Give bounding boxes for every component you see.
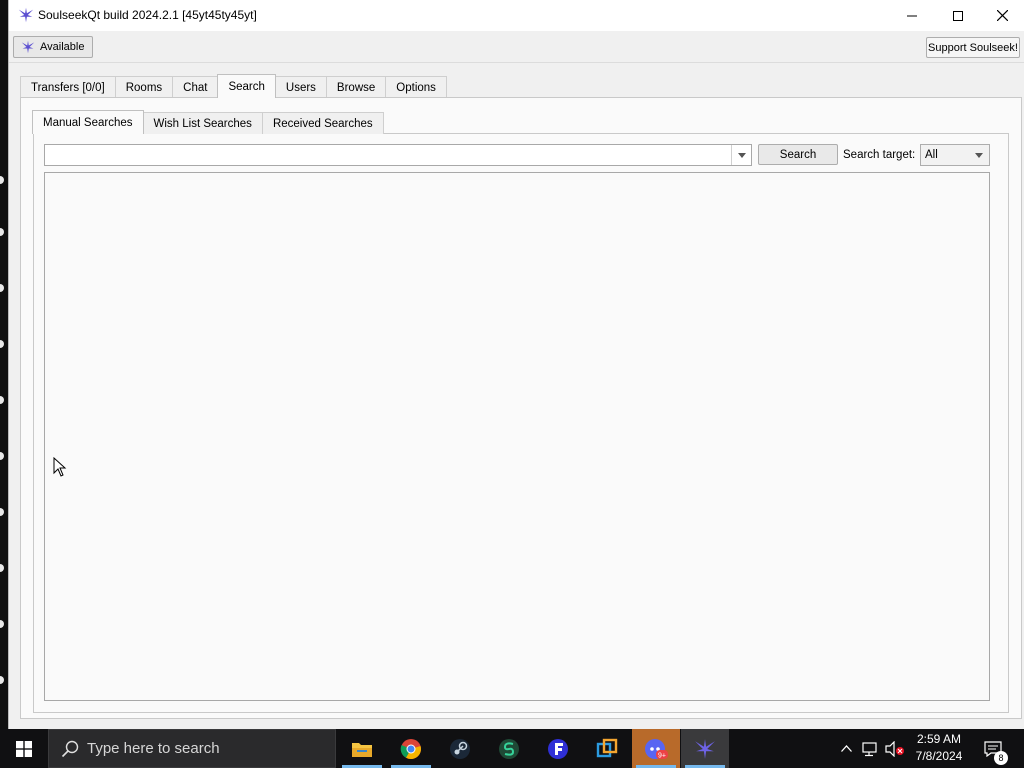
volume-muted-icon [885, 740, 904, 757]
soulseek-bird-icon [21, 40, 35, 54]
soulseek-window: SoulseekQt build 2024.2.1 [45yt45ty45yt]… [8, 0, 1024, 730]
desktop-icon-edge [0, 396, 4, 404]
tab-received-searches[interactable]: Received Searches [261, 112, 384, 134]
tab-wish-list-searches[interactable]: Wish List Searches [142, 112, 263, 134]
windows-logo-icon [16, 740, 32, 757]
chrome-icon [400, 738, 421, 759]
desktop-icon-edge [0, 340, 4, 348]
close-icon [996, 10, 1008, 21]
tab-manual-searches[interactable]: Manual Searches [32, 110, 144, 134]
network-icon [862, 741, 877, 756]
maximize-button[interactable] [935, 0, 981, 31]
chevron-up-icon [840, 745, 852, 752]
search-input[interactable] [45, 145, 731, 165]
discord-icon: 9+ [645, 738, 668, 759]
desktop-icon-edge [0, 676, 4, 684]
desktop-icon-edge [0, 228, 4, 236]
search-target-value: All [925, 149, 938, 161]
search-target-select[interactable]: All [920, 144, 990, 166]
desktop-edge [0, 0, 8, 730]
taskbar-virtualbox[interactable] [583, 729, 631, 768]
tab-options[interactable]: Options [385, 76, 447, 98]
taskbar-app-s[interactable] [485, 729, 533, 768]
maximize-icon [953, 10, 963, 21]
close-button[interactable] [979, 0, 1024, 31]
taskbar-chrome[interactable] [387, 729, 435, 768]
mouse-cursor-icon [53, 457, 67, 477]
tab-search[interactable]: Search [217, 74, 276, 98]
clock-time: 2:59 AM [916, 732, 962, 746]
desktop-icon-edge [0, 564, 4, 572]
notification-count-badge: 8 [994, 751, 1008, 765]
desktop-icon-edge [0, 508, 4, 516]
blue-f-app-icon [548, 738, 568, 759]
start-button[interactable] [0, 729, 48, 768]
soulseek-bird-icon [695, 738, 715, 759]
taskbar-clock[interactable]: 2:59 AM 7/8/2024 [906, 731, 972, 765]
tab-browse[interactable]: Browse [325, 76, 387, 98]
search-history-dropdown[interactable] [731, 145, 751, 165]
file-explorer-icon [352, 742, 372, 757]
network-tray-button[interactable] [860, 729, 882, 768]
window-title: SoulseekQt build 2024.2.1 [45yt45ty45yt] [38, 8, 257, 22]
desktop-icon-edge [0, 176, 4, 184]
discord-badge: 9+ [658, 752, 666, 759]
taskbar-soulseek[interactable] [681, 729, 729, 768]
search-icon [61, 740, 79, 757]
desktop-icon-edge [0, 284, 4, 292]
search-tab-bar: Manual Searches Wish List Searches Recei… [32, 110, 384, 134]
main-tab-bar: Transfers [0/0] Rooms Chat Search Users … [20, 74, 447, 98]
green-s-app-icon [499, 738, 519, 759]
search-query-combobox[interactable] [44, 144, 752, 166]
taskbar-search-box[interactable]: Type here to search [48, 729, 336, 768]
taskbar-steam[interactable] [436, 729, 484, 768]
taskbar: Type here to search 9+ 2:59 AM 7/8/2024 … [0, 729, 1024, 768]
desktop-icon-edge [0, 620, 4, 628]
taskbar-discord[interactable]: 9+ [632, 729, 680, 768]
search-button[interactable]: Search [758, 144, 838, 165]
search-results-area[interactable] [44, 172, 990, 701]
chevron-down-icon [975, 153, 983, 158]
minimize-button[interactable] [889, 0, 935, 31]
status-label: Available [40, 41, 85, 53]
tab-users[interactable]: Users [274, 76, 327, 98]
taskbar-app-f[interactable] [534, 729, 582, 768]
steam-icon [450, 738, 470, 759]
desktop-icon-edge [0, 452, 4, 460]
tab-chat[interactable]: Chat [172, 76, 219, 98]
show-hidden-icons-button[interactable] [836, 729, 856, 768]
tab-transfers[interactable]: Transfers [0/0] [20, 76, 116, 98]
support-soulseek-button[interactable]: Support Soulseek! [926, 37, 1020, 58]
taskbar-search-placeholder: Type here to search [87, 740, 220, 757]
toolbar: Available Support Soulseek! [9, 31, 1024, 63]
minimize-icon [907, 15, 917, 16]
chevron-down-icon [737, 152, 746, 158]
search-target-label: Search target: [843, 149, 916, 161]
volume-tray-button[interactable] [884, 729, 906, 768]
tab-rooms[interactable]: Rooms [114, 76, 174, 98]
virtualbox-icon [596, 738, 618, 757]
taskbar-file-explorer[interactable] [338, 729, 386, 768]
status-button[interactable]: Available [13, 36, 93, 58]
clock-date: 7/8/2024 [915, 749, 963, 763]
soulseek-bird-icon [18, 7, 34, 23]
title-bar[interactable]: SoulseekQt build 2024.2.1 [45yt45ty45yt] [9, 0, 1024, 31]
